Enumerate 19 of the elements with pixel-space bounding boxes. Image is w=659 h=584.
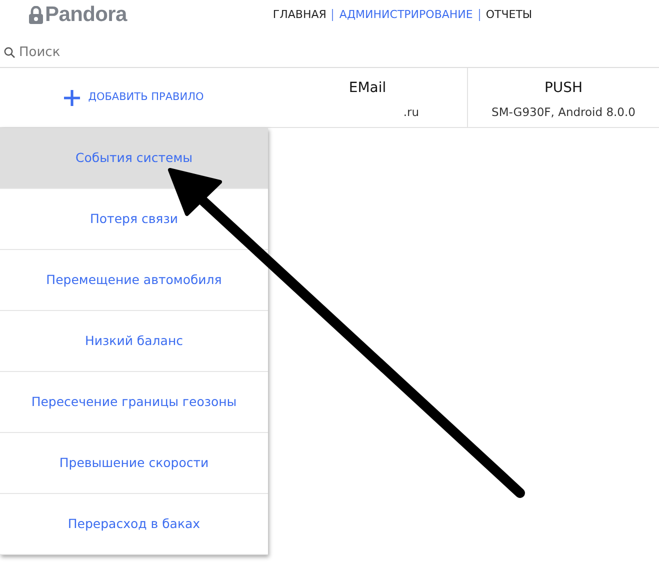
rule-item[interactable]: Пересечение границы геозоны xyxy=(0,372,268,433)
rule-item[interactable]: Перемещение автомобиля xyxy=(0,250,268,311)
plus-icon xyxy=(64,90,80,106)
rule-item[interactable]: Перерасход в баках xyxy=(0,494,268,555)
logo: Pandora xyxy=(28,0,127,30)
channel-detail: .ru xyxy=(403,105,419,119)
search-icon xyxy=(4,47,15,58)
add-rule-button[interactable]: ДОБАВИТЬ ПРАВИЛО xyxy=(0,68,268,127)
channel-detail: SM-G930F, Android 8.0.0 xyxy=(492,105,636,119)
rule-item[interactable]: Потеря связи xyxy=(0,189,268,250)
channel-title: PUSH xyxy=(543,79,584,98)
nav-link[interactable]: ОТЧЕТЫ xyxy=(480,6,538,24)
nav-link[interactable]: АДМИНИСТРИРОВАНИЕ xyxy=(333,6,479,24)
nav-link[interactable]: ГЛАВНАЯ xyxy=(266,6,332,24)
rule-item[interactable]: Низкий баланс xyxy=(0,311,268,372)
lock-icon xyxy=(28,6,44,24)
channel-title: EMail xyxy=(348,79,388,98)
rule-item[interactable]: Превышение скорости xyxy=(0,433,268,494)
rule-item[interactable]: События системы xyxy=(0,128,268,189)
